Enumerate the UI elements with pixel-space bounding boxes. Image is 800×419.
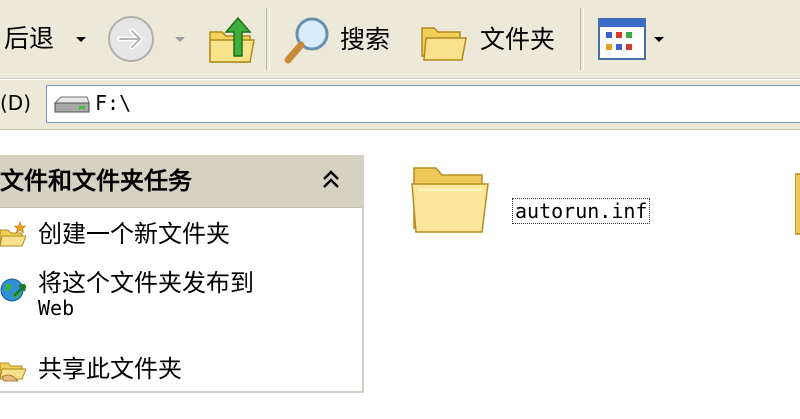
task-publish-folder-web-label: 将这个文件夹发布到	[38, 269, 254, 297]
task-panel-header[interactable]: 文件和文件夹任务	[0, 155, 362, 208]
forward-dropdown-button[interactable]	[175, 37, 185, 42]
views-button[interactable]	[598, 18, 646, 60]
up-folder-icon	[209, 16, 255, 63]
back-label: 后退	[4, 24, 55, 53]
folder-icon	[411, 167, 489, 233]
magnifier-icon	[284, 17, 329, 64]
new-folder-icon	[0, 221, 26, 247]
search-button[interactable]: 搜索	[282, 14, 390, 66]
back-button[interactable]: 后退	[4, 24, 54, 54]
folder-icon[interactable]	[795, 160, 800, 240]
share-folder-icon	[0, 362, 26, 382]
views-dropdown-button[interactable]	[654, 37, 664, 42]
file-name: autorun.inf	[512, 198, 651, 224]
file-item[interactable]: autorun.inf	[408, 154, 668, 244]
back-dropdown-button[interactable]	[76, 37, 86, 42]
task-publish-folder-web[interactable]: 将这个文件夹发布到 Web	[0, 269, 340, 328]
folders-label: 文件夹	[480, 25, 556, 54]
forward-arrow-icon	[108, 16, 154, 62]
task-share-folder[interactable]: 共享此文件夹	[0, 353, 340, 385]
address-value: F:\	[95, 91, 132, 115]
address-label: (D)	[0, 91, 32, 115]
toolbar: 后退 搜索 文件夹	[0, 0, 800, 79]
chevron-up-icon[interactable]	[320, 167, 342, 193]
task-list: 创建一个新文件夹 将这个文件夹发布到 Web 共享此文件夹	[0, 208, 362, 391]
forward-button[interactable]	[106, 14, 156, 64]
views-icon	[598, 18, 646, 60]
task-create-new-folder[interactable]: 创建一个新文件夹	[0, 218, 340, 250]
dropdown-arrow-icon	[654, 37, 664, 42]
dropdown-arrow-icon	[76, 37, 86, 42]
task-publish-folder-web-label-line2: Web	[38, 296, 75, 320]
toolbar-separator	[266, 8, 270, 70]
address-bar: (D) F:\	[0, 79, 800, 130]
folders-icon	[421, 27, 467, 61]
drive-icon	[53, 96, 90, 113]
folders-button[interactable]: 文件夹	[420, 16, 555, 64]
address-input[interactable]: F:\	[46, 85, 800, 123]
toolbar-separator	[580, 8, 584, 70]
task-share-folder-label: 共享此文件夹	[38, 355, 182, 383]
file-folder-tasks-panel: 文件和文件夹任务 创建一个新文件夹 将这个文件夹发布到 Web 共享此文件夹	[0, 155, 364, 393]
task-create-new-folder-label: 创建一个新文件夹	[38, 220, 230, 248]
search-label: 搜索	[340, 25, 391, 54]
up-button[interactable]	[206, 12, 258, 68]
dropdown-arrow-icon	[175, 37, 185, 42]
content-area: 文件和文件夹任务 创建一个新文件夹 将这个文件夹发布到 Web 共享此文件夹 a…	[0, 130, 800, 419]
publish-web-icon	[0, 278, 26, 302]
task-panel-title: 文件和文件夹任务	[0, 167, 192, 195]
